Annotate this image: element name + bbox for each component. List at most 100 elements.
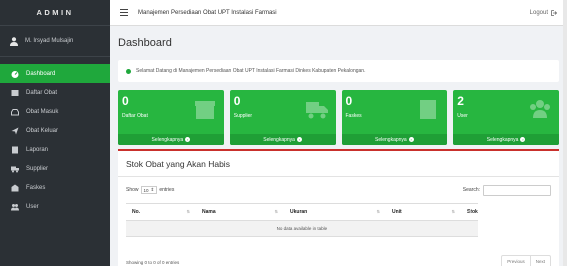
sort-icon: ⇅ bbox=[451, 209, 455, 214]
select-arrow-icon: ⇕ bbox=[150, 187, 155, 192]
truck-icon bbox=[10, 165, 19, 173]
column-header-no[interactable]: No. ⇅ bbox=[126, 203, 196, 221]
entries-select[interactable]: 10 ⇕ bbox=[140, 186, 158, 194]
low-stock-table: No. ⇅ Nama ⇅ Ukuran ⇅ Unit ⇅ Stok ⇅ No data a… bbox=[126, 203, 478, 237]
search-group: Search: bbox=[462, 184, 551, 196]
card-user: 2 User Selengkapnya › bbox=[453, 90, 559, 145]
user-icon bbox=[10, 36, 18, 46]
card-link-label: Selengkapnya bbox=[375, 136, 407, 143]
card-value: 2 bbox=[457, 94, 464, 108]
previous-button[interactable]: Previous bbox=[502, 256, 530, 266]
next-button[interactable]: Next bbox=[529, 256, 550, 266]
card-link-label: Selengkapnya bbox=[486, 136, 519, 143]
menu-toggle-icon[interactable] bbox=[120, 9, 128, 16]
column-header-ukuran[interactable]: Ukuran ⇅ bbox=[284, 203, 386, 221]
building-icon bbox=[10, 184, 19, 192]
card-link-label: Selengkapnya bbox=[151, 136, 184, 143]
entries-value: 10 bbox=[143, 187, 149, 193]
report-icon bbox=[10, 146, 19, 154]
search-label: Search: bbox=[462, 187, 480, 193]
card-daftar-obat: 0 Daftar Obat Selengkapnya › bbox=[118, 90, 224, 145]
user-name: M. Irsyad Mulsajin bbox=[25, 38, 74, 44]
card-more-link[interactable]: Selengkapnya › bbox=[341, 134, 448, 145]
sidebar-item-faskes[interactable]: Faskes bbox=[0, 178, 110, 197]
card-label: User bbox=[457, 113, 468, 119]
card-label: Faskes bbox=[345, 113, 362, 119]
page-scrollbar[interactable] bbox=[563, 0, 567, 266]
table-row: No data available in table bbox=[126, 220, 478, 237]
building-icon bbox=[420, 100, 437, 119]
app-title: Manajemen Persediaan Obat UPT Instalasi … bbox=[138, 9, 277, 16]
card-link-label: Selengkapnya bbox=[263, 136, 295, 143]
inbox-icon bbox=[10, 108, 19, 116]
brand-title: ADMIN bbox=[0, 0, 110, 26]
column-header-unit[interactable]: Unit ⇅ bbox=[386, 203, 461, 221]
sidebar-item-dashboard[interactable]: Dashboard bbox=[0, 64, 110, 83]
logout-icon bbox=[551, 9, 557, 16]
dashboard-icon bbox=[10, 70, 19, 78]
welcome-alert: Selamat Datang di Manajemen Persediaan O… bbox=[118, 60, 559, 82]
main-content: Dashboard Selamat Datang di Manajemen Pe… bbox=[110, 26, 567, 266]
column-header-stok[interactable]: Stok ⇅ bbox=[461, 203, 478, 221]
sidebar-item-label: Faskes bbox=[26, 184, 46, 191]
user-profile[interactable]: M. Irsyad Mulsajin bbox=[0, 26, 110, 57]
sidebar-item-daftar-obat[interactable]: Daftar Obat bbox=[0, 83, 110, 102]
pagination: Previous Next bbox=[501, 255, 551, 266]
card-more-link[interactable]: Selengkapnya › bbox=[453, 134, 559, 145]
column-header-nama[interactable]: Nama ⇅ bbox=[196, 203, 284, 221]
card-more-link[interactable]: Selengkapnya › bbox=[229, 134, 336, 145]
users-icon bbox=[530, 100, 550, 118]
sidebar-item-obat-masuk[interactable]: Obat Masuk bbox=[0, 102, 110, 121]
arrow-circle-icon: › bbox=[185, 137, 191, 142]
sort-icon: ⇅ bbox=[274, 209, 278, 214]
panel-title: Stok Obat yang Akan Habis bbox=[126, 159, 230, 169]
arrow-circle-icon: › bbox=[520, 137, 526, 142]
search-input[interactable] bbox=[483, 184, 551, 196]
card-value: 0 bbox=[122, 94, 129, 108]
sidebar-item-label: Dashboard bbox=[26, 70, 56, 77]
card-label: Supplier bbox=[233, 113, 253, 119]
sidebar-item-label: Supplier bbox=[26, 165, 49, 172]
truck-icon bbox=[305, 102, 328, 119]
table-info: Showing 0 to 0 of 0 entries bbox=[126, 260, 180, 265]
list-icon bbox=[10, 89, 19, 97]
sort-icon: ⇅ bbox=[468, 209, 472, 214]
table-controls: Show 10 ⇕ entries Search: bbox=[126, 184, 551, 196]
sidebar-menu: Dashboard Daftar Obat Obat Masuk Obat Ke… bbox=[0, 64, 110, 216]
sidebar-item-label: Obat Keluar bbox=[26, 127, 59, 134]
info-icon bbox=[126, 68, 131, 74]
sidebar-item-obat-keluar[interactable]: Obat Keluar bbox=[0, 121, 110, 140]
card-faskes: 0 Faskes Selengkapnya › bbox=[341, 90, 448, 145]
panel-divider bbox=[118, 176, 559, 177]
sidebar-item-label: Laporan bbox=[26, 146, 49, 153]
topbar: Manajemen Persediaan Obat UPT Instalasi … bbox=[110, 0, 567, 26]
low-stock-panel: Stok Obat yang Akan Habis Show 10 ⇕ entr… bbox=[118, 149, 559, 266]
sidebar-item-supplier[interactable]: Supplier bbox=[0, 159, 110, 178]
logout-label: Logout bbox=[529, 9, 548, 16]
sidebar-item-label: User bbox=[26, 203, 39, 210]
logout-button[interactable]: Logout bbox=[530, 10, 557, 16]
entries-label: entries bbox=[159, 187, 175, 193]
show-label: Show bbox=[126, 187, 139, 193]
arrow-circle-icon: › bbox=[408, 137, 414, 142]
sort-icon: ⇅ bbox=[376, 209, 380, 214]
alert-text: Selamat Datang di Manajemen Persediaan O… bbox=[136, 68, 366, 74]
arrow-circle-icon: › bbox=[296, 137, 302, 142]
card-more-link[interactable]: Selengkapnya › bbox=[118, 134, 224, 145]
sidebar-item-laporan[interactable]: Laporan bbox=[0, 140, 110, 159]
card-supplier: 0 Supplier Selengkapnya › bbox=[229, 90, 336, 145]
sort-icon: ⇅ bbox=[186, 209, 190, 214]
sidebar-item-label: Daftar Obat bbox=[26, 89, 58, 96]
sidebar-item-user[interactable]: User bbox=[0, 197, 110, 216]
sidebar: ADMIN M. Irsyad Mulsajin Dashboard Dafta… bbox=[0, 0, 110, 266]
card-value: 0 bbox=[233, 94, 241, 108]
box-icon bbox=[194, 101, 215, 119]
empty-table-message: No data available in table bbox=[126, 220, 478, 237]
page-title: Dashboard bbox=[118, 37, 172, 49]
users-icon bbox=[10, 203, 19, 211]
stat-cards: 0 Daftar Obat Selengkapnya › 0 Supplier … bbox=[118, 90, 559, 145]
card-value: 0 bbox=[345, 94, 353, 108]
card-label: Daftar Obat bbox=[122, 113, 148, 119]
sidebar-item-label: Obat Masuk bbox=[26, 108, 59, 115]
send-icon bbox=[10, 127, 19, 135]
